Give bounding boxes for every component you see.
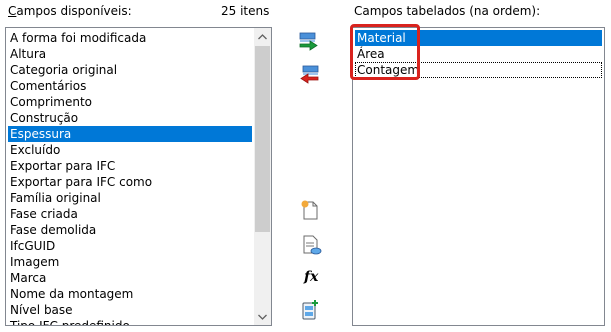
available-field-item[interactable]: Nome da montagem bbox=[8, 286, 252, 302]
available-field-item[interactable]: Imagem bbox=[8, 254, 252, 270]
available-field-item[interactable]: Fase criada bbox=[8, 206, 252, 222]
new-parameter-button[interactable] bbox=[298, 198, 322, 222]
available-field-item[interactable]: Excluído bbox=[8, 142, 252, 158]
available-field-item[interactable]: Comentários bbox=[8, 78, 252, 94]
available-field-item[interactable]: Altura bbox=[8, 46, 252, 62]
available-field-item[interactable]: Comprimento bbox=[8, 94, 252, 110]
scheduled-field-item[interactable]: Área bbox=[355, 46, 602, 62]
available-field-item[interactable]: Fase demolida bbox=[8, 222, 252, 238]
available-field-item[interactable]: Exportar para IFC como bbox=[8, 174, 252, 190]
scroll-up-icon[interactable] bbox=[254, 28, 271, 45]
edit-parameter-icon bbox=[303, 235, 322, 255]
scroll-down-icon[interactable] bbox=[254, 308, 271, 325]
edit-parameter-button[interactable] bbox=[300, 233, 324, 257]
svg-text:fx: fx bbox=[303, 269, 319, 285]
scroll-thumb[interactable] bbox=[255, 46, 270, 232]
scheduled-fields-list[interactable]: Material Área Contagem bbox=[352, 27, 605, 326]
scheduled-field-item[interactable]: Material bbox=[355, 30, 602, 46]
formula-button[interactable]: fx bbox=[300, 264, 324, 288]
scheduled-fields-label: Campos tabelados (na ordem): bbox=[354, 4, 541, 18]
available-fields-scrollbar[interactable] bbox=[254, 28, 271, 325]
available-field-item[interactable]: Construção bbox=[8, 110, 252, 126]
available-field-item[interactable]: Exportar para IFC bbox=[8, 158, 252, 174]
available-field-item[interactable]: A forma foi modificada bbox=[8, 30, 252, 46]
formula-icon: fx bbox=[303, 269, 319, 285]
combine-parameters-button[interactable] bbox=[299, 298, 323, 322]
add-parameter-button[interactable] bbox=[297, 29, 321, 53]
combine-parameters-icon bbox=[302, 300, 318, 320]
available-field-item[interactable]: IfcGUID bbox=[8, 238, 252, 254]
available-fields-list[interactable]: A forma foi modificada Altura Categoria or… bbox=[5, 27, 272, 326]
remove-parameter-button[interactable] bbox=[297, 62, 321, 86]
scheduled-field-item[interactable]: Contagem bbox=[355, 62, 602, 78]
available-field-item[interactable]: Tipo IFC predefinido bbox=[8, 318, 252, 325]
available-field-item[interactable]: Categoria original bbox=[8, 62, 252, 78]
add-parameter-icon bbox=[299, 32, 318, 51]
new-parameter-icon bbox=[301, 200, 318, 220]
available-fields-count: 25 itens bbox=[221, 4, 270, 18]
available-field-item[interactable]: Família original bbox=[8, 190, 252, 206]
available-field-item[interactable]: Nível base bbox=[8, 302, 252, 318]
remove-parameter-icon bbox=[300, 65, 319, 84]
available-field-item[interactable]: Espessura bbox=[8, 126, 252, 142]
available-fields-label: Campos disponíveis: bbox=[8, 4, 132, 18]
available-field-item[interactable]: Marca bbox=[8, 270, 252, 286]
